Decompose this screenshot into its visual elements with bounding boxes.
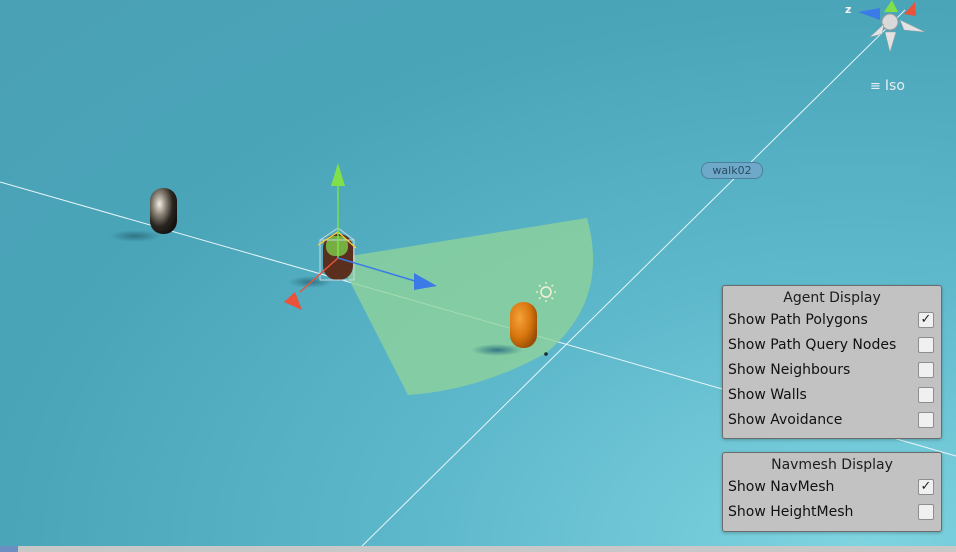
neg-x-cone-icon (869, 23, 885, 38)
status-bar-indicator (0, 546, 18, 552)
option-show-path-query-nodes[interactable]: Show Path Query Nodes (723, 333, 941, 358)
navmesh-display-panel: Navmesh Display Show NavMesh ✓ Show Heig… (722, 452, 942, 532)
neg-z-cone-icon (899, 19, 926, 33)
option-show-heightmesh[interactable]: Show HeightMesh (723, 500, 941, 525)
x-cone-icon (904, 2, 916, 16)
option-label: Show Neighbours (728, 362, 851, 378)
checkbox-show-walls[interactable] (918, 387, 934, 403)
checkbox-show-path-polygons[interactable]: ✓ (918, 312, 934, 328)
option-label: Show Path Query Nodes (728, 337, 897, 353)
option-label: Show HeightMesh (728, 504, 854, 520)
y-cone-icon (884, 0, 898, 12)
option-label: Show NavMesh (728, 479, 835, 495)
capsule-orange[interactable] (510, 302, 537, 348)
navmesh-display-title: Navmesh Display (771, 457, 893, 473)
option-label: Show Avoidance (728, 412, 843, 428)
bottom-status-bar (0, 546, 956, 552)
object-label[interactable]: walk02 (701, 162, 763, 179)
checkbox-show-path-query-nodes[interactable] (918, 337, 934, 353)
option-show-walls[interactable]: Show Walls (723, 383, 941, 408)
orientation-gizmo[interactable] (858, 0, 926, 53)
shadow (471, 344, 523, 356)
x-axis-handle-icon (284, 292, 302, 310)
scene-viewport[interactable]: z ≡ Iso walk02 Agent Display Show Path Po… (0, 0, 956, 552)
agent-display-title: Agent Display (783, 290, 881, 306)
shadow (288, 276, 332, 288)
checkbox-show-neighbours[interactable] (918, 362, 934, 378)
y-axis-handle-icon (331, 163, 345, 186)
option-show-avoidance[interactable]: Show Avoidance (723, 408, 941, 433)
checkbox-show-heightmesh[interactable] (918, 504, 934, 520)
option-show-navmesh[interactable]: Show NavMesh ✓ (723, 475, 941, 500)
option-label: Show Path Polygons (728, 312, 868, 328)
z-cone-icon (858, 8, 880, 20)
option-label: Show Walls (728, 387, 807, 403)
shadow (109, 230, 161, 242)
checkbox-show-avoidance[interactable] (918, 412, 934, 428)
option-show-neighbours[interactable]: Show Neighbours (723, 358, 941, 383)
neg-y-cone-icon (884, 31, 897, 53)
navmesh-point (544, 352, 548, 356)
agent-view-cone (338, 218, 594, 395)
projection-label: Iso (884, 78, 905, 94)
checkbox-show-navmesh[interactable]: ✓ (918, 479, 934, 495)
agent-display-panel: Agent Display Show Path Polygons ✓ Show … (722, 285, 942, 439)
option-show-path-polygons[interactable]: Show Path Polygons ✓ (723, 308, 941, 333)
capsule-dark[interactable] (150, 188, 177, 234)
axis-z-label: z (845, 3, 852, 16)
menu-icon: ≡ (870, 79, 881, 94)
selected-agent[interactable] (317, 227, 357, 281)
projection-toggle[interactable]: ≡ Iso (870, 76, 920, 96)
